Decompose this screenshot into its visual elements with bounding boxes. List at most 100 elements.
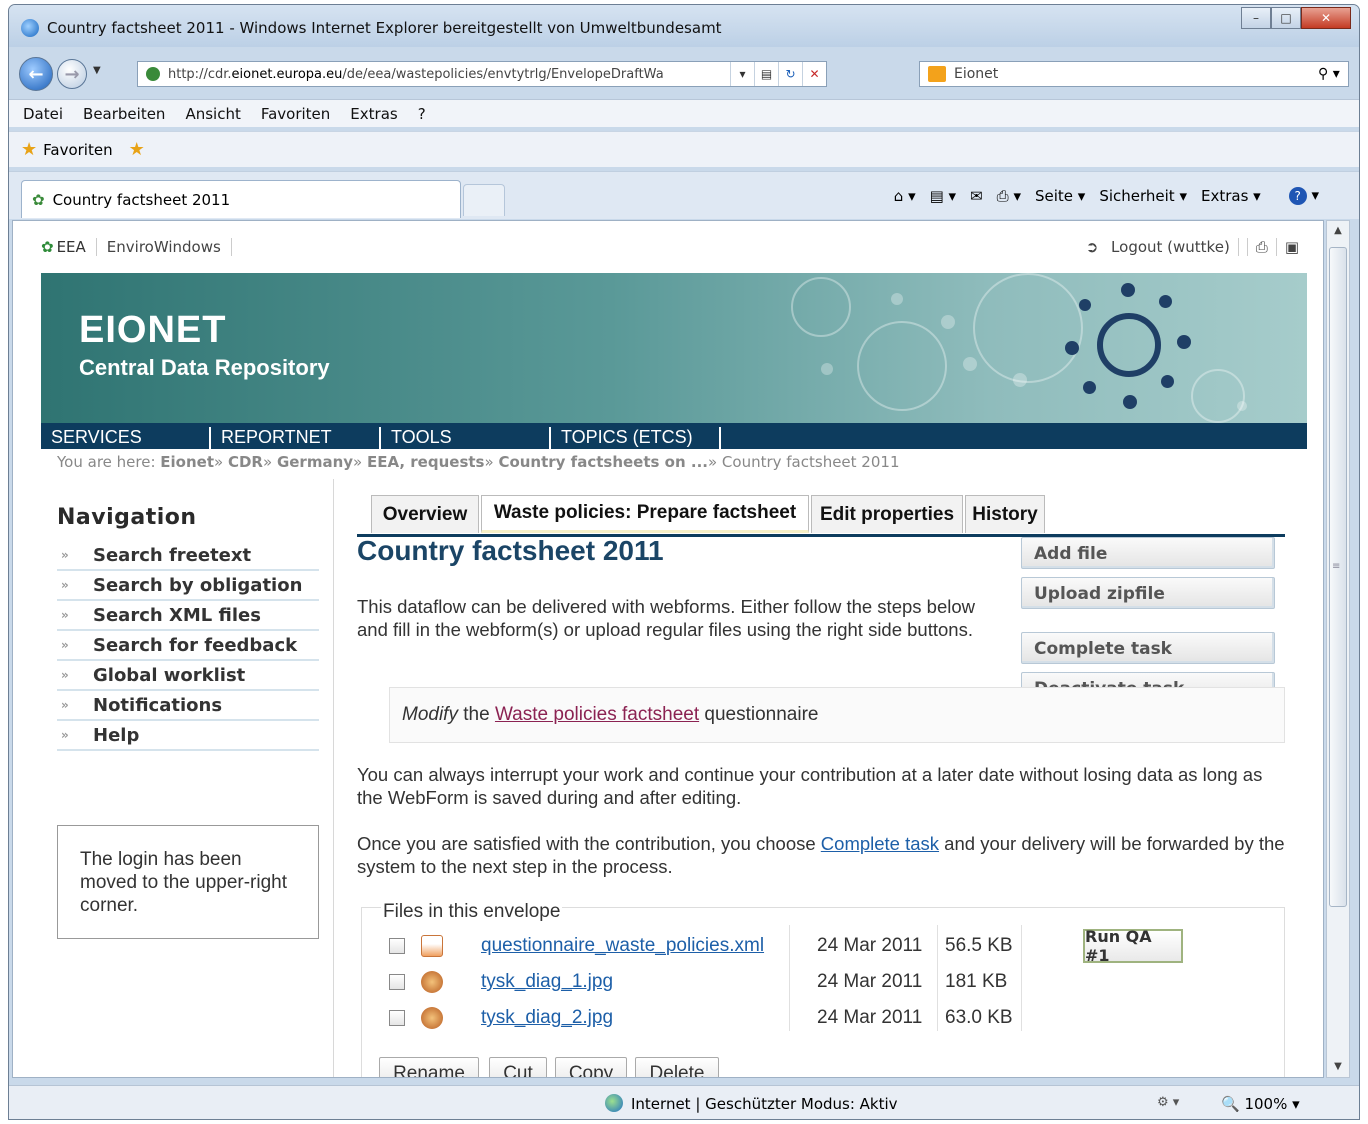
bullet-icon: »	[61, 638, 69, 652]
eionet-emblem-icon	[1097, 313, 1161, 377]
decor-ring	[857, 321, 947, 411]
status-bar: Internet | Geschützter Modus: Aktiv ⚙ ▾ …	[9, 1085, 1359, 1119]
print-page-icon[interactable]: ⎙	[1248, 238, 1277, 256]
eea-logo-icon: ✿	[41, 238, 54, 256]
compatibility-view-icon[interactable]: ▤	[754, 62, 778, 86]
bullet-icon: »	[61, 578, 69, 592]
complete-info-text: Once you are satisfied with the contribu…	[357, 832, 1287, 878]
modify-text: questionnaire	[699, 704, 819, 725]
menu-ansicht[interactable]: Ansicht	[185, 105, 240, 123]
menu-datei[interactable]: Datei	[23, 105, 63, 123]
interrupt-text: You can always interrupt your work and c…	[357, 764, 1263, 808]
nav-services[interactable]: SERVICES	[41, 427, 211, 449]
add-file-button[interactable]: Add file	[1021, 537, 1275, 569]
page-menu[interactable]: Seite ▾	[1035, 187, 1085, 205]
file-checkbox[interactable]	[389, 1010, 405, 1026]
file-link[interactable]: tysk_diag_2.jpg	[481, 1007, 613, 1029]
vertical-scrollbar[interactable]: ▲ ≡ ▼	[1326, 220, 1350, 1078]
sidebar-item-label: Search for feedback	[93, 634, 298, 656]
breadcrumb-item[interactable]: Germany	[277, 453, 353, 471]
sidebar-item-global-worklist[interactable]: » Global worklist	[57, 661, 319, 691]
favorites-button[interactable]: Favoriten	[43, 141, 112, 159]
file-checkbox[interactable]	[389, 974, 405, 990]
nav-tools[interactable]: TOOLS	[381, 427, 551, 449]
back-button[interactable]: ←	[19, 57, 53, 91]
mail-icon[interactable]: ✉	[970, 187, 983, 205]
search-icon[interactable]: ⚲ ▾	[1318, 66, 1348, 82]
history-dropdown-icon[interactable]: ▼	[93, 65, 101, 76]
refresh-icon[interactable]: ↻	[778, 62, 802, 86]
breadcrumb-item[interactable]: Eionet	[160, 453, 214, 471]
nav-topics[interactable]: TOPICS (ETCS)	[551, 427, 721, 449]
nav-reportnet[interactable]: REPORTNET	[211, 427, 381, 449]
tab-edit-properties[interactable]: Edit properties	[811, 495, 963, 533]
breadcrumb-item[interactable]: CDR	[228, 453, 263, 471]
rename-button[interactable]: Rename	[379, 1057, 479, 1077]
sidebar-item-search-feedback[interactable]: » Search for feedback	[57, 631, 319, 661]
modify-text: the	[457, 704, 495, 725]
file-link[interactable]: questionnaire_waste_policies.xml	[481, 935, 764, 957]
window-title: Country factsheet 2011 - Windows Interne…	[47, 19, 722, 37]
sidebar-item-label: Help	[93, 724, 140, 746]
sidebar-item-search-xml[interactable]: » Search XML files	[57, 601, 319, 631]
browser-tab[interactable]: ✿ Country factsheet 2011	[21, 180, 461, 218]
favorites-star-icon[interactable]: ★	[21, 139, 37, 160]
scroll-down-icon[interactable]: ▼	[1327, 1057, 1349, 1077]
eea-link[interactable]: ✿ EEA	[41, 238, 97, 256]
tab-history[interactable]: History	[965, 495, 1045, 533]
sidebar-item-notifications[interactable]: » Notifications	[57, 691, 319, 721]
tab-overview[interactable]: Overview	[371, 495, 479, 533]
logout-link[interactable]: ➲ Logout (wuttke)	[1078, 238, 1248, 256]
feeds-icon[interactable]: ▤ ▾	[930, 187, 956, 205]
delete-button[interactable]: Delete	[635, 1057, 719, 1077]
envirowindows-link[interactable]: EnviroWindows	[97, 238, 232, 256]
forward-button[interactable]: →	[57, 59, 87, 89]
scroll-thumb[interactable]	[1329, 247, 1347, 907]
print-icon[interactable]: ⎙ ▾	[997, 187, 1021, 205]
search-box[interactable]: Eionet ⚲ ▾	[919, 61, 1349, 87]
close-button[interactable]: ✕	[1301, 7, 1351, 29]
emblem-dot	[1161, 375, 1174, 388]
home-icon[interactable]: ⌂ ▾	[894, 187, 916, 205]
protected-mode-icon[interactable]: ⚙ ▾	[1157, 1095, 1179, 1110]
sidebar-item-search-obligation[interactable]: » Search by obligation	[57, 571, 319, 601]
breadcrumb-item[interactable]: EEA, requests	[367, 453, 485, 471]
help-icon[interactable]: ? ▾	[1275, 186, 1319, 205]
zoom-level[interactable]: 🔍 100% ▾	[1221, 1095, 1300, 1113]
menu-bearbeiten[interactable]: Bearbeiten	[83, 105, 165, 123]
file-checkbox[interactable]	[389, 938, 405, 954]
upload-zipfile-button[interactable]: Upload zipfile	[1021, 577, 1275, 609]
safety-menu[interactable]: Sicherheit ▾	[1099, 187, 1187, 205]
address-bar[interactable]: http://cdr.eionet.europa.eu/de/eea/waste…	[137, 61, 827, 87]
run-qa-button[interactable]: Run QA #1	[1083, 927, 1183, 965]
sidebar-item-search-freetext[interactable]: » Search freetext	[57, 541, 319, 571]
fullscreen-icon[interactable]: ▣	[1277, 238, 1307, 256]
tools-menu[interactable]: Extras ▾	[1201, 187, 1261, 205]
cut-button[interactable]: Cut	[489, 1057, 547, 1077]
copy-button[interactable]: Copy	[555, 1057, 627, 1077]
security-zone[interactable]: Internet | Geschützter Modus: Aktiv	[631, 1095, 898, 1113]
image-file-icon	[421, 971, 443, 993]
breadcrumb-item[interactable]: Country factsheets on ...	[498, 453, 708, 471]
scroll-up-icon[interactable]: ▲	[1327, 221, 1349, 241]
complete-task-button[interactable]: Complete task	[1021, 632, 1275, 664]
file-link[interactable]: tysk_diag_1.jpg	[481, 971, 613, 993]
decor-dot	[1237, 401, 1247, 411]
minimize-button[interactable]: –	[1241, 7, 1271, 29]
new-tab-button[interactable]	[463, 184, 505, 216]
maximize-button[interactable]: □	[1271, 7, 1301, 29]
tab-prepare-factsheet[interactable]: Waste policies: Prepare factsheet	[481, 495, 809, 533]
tab-favicon-icon: ✿	[32, 190, 45, 209]
menu-favoriten[interactable]: Favoriten	[261, 105, 330, 123]
login-note: The login has been moved to the upper-ri…	[57, 825, 319, 939]
stop-icon[interactable]: ✕	[802, 62, 826, 86]
menu-extras[interactable]: Extras	[350, 105, 397, 123]
add-favorite-icon[interactable]: ★	[129, 139, 145, 160]
sidebar-item-help[interactable]: » Help	[57, 721, 319, 751]
url-dropdown-icon[interactable]: ▾	[730, 62, 754, 86]
complete-task-link[interactable]: Complete task	[821, 833, 939, 854]
waste-policies-factsheet-link[interactable]: Waste policies factsheet	[495, 704, 699, 725]
url-text[interactable]: http://cdr.eionet.europa.eu/de/eea/waste…	[168, 67, 730, 82]
decor-ring	[1191, 369, 1245, 423]
menu-help[interactable]: ?	[418, 105, 426, 123]
